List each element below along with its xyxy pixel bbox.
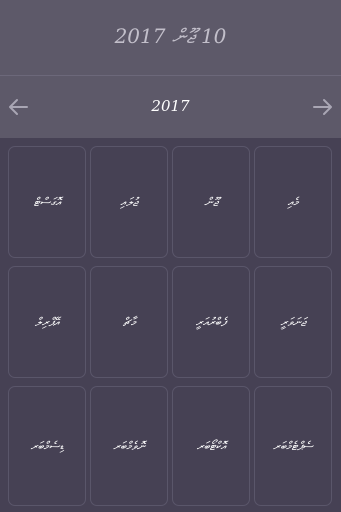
month-cell-august[interactable]: އޮގަސްޓް (8, 146, 86, 258)
month-label: ސެޕްޓެމްބަރ (273, 438, 313, 453)
month-cell-september[interactable]: ސެޕްޓެމްބަރ (254, 386, 332, 506)
month-cell-june[interactable]: ޖޫން (172, 146, 250, 258)
month-label: ފެބްރުއަރީ (195, 314, 227, 329)
month-cell-july[interactable]: ޖުލައި (90, 146, 168, 258)
selected-date-title: 10 ޖޫން 2017 (114, 24, 227, 48)
month-cell-march[interactable]: މާޗް (90, 266, 168, 378)
year-label: 2017 (151, 97, 190, 115)
month-cell-may[interactable]: މެއި (254, 146, 332, 258)
month-label: އޭޕްރިލް (34, 314, 60, 329)
month-cell-december[interactable]: ޑިސެމްބަރ (8, 386, 86, 506)
month-cell-november[interactable]: ނޮވެމްބަރ (90, 386, 168, 506)
arrow-right-icon[interactable] (312, 96, 334, 118)
month-label: ޖުލައި (120, 194, 138, 209)
month-label: މެއި (287, 194, 299, 209)
date-header: 10 ޖޫން 2017 (0, 0, 341, 76)
month-cell-october[interactable]: އޮކްޓޯބަރ (172, 386, 250, 506)
month-label: މާޗް (122, 314, 136, 329)
month-label: ޖަނަވަރީ (280, 314, 306, 329)
month-label: ޖޫން (204, 194, 218, 209)
month-label: ނޮވެމްބަރ (113, 438, 145, 453)
month-label: އޮގަސްޓް (33, 194, 61, 209)
month-label: އޮކްޓޯބަރ (196, 438, 226, 453)
month-cell-april[interactable]: އޭޕްރިލް (8, 266, 86, 378)
year-navigation: 2017 (0, 76, 341, 138)
month-label: ޑިސެމްބަރ (30, 438, 64, 453)
month-cell-january[interactable]: ޖަނަވަރީ (254, 266, 332, 378)
month-grid: އޮގަސްޓް ޖުލައި ޖޫން މެއި އޭޕްރިލް މާޗް … (0, 138, 341, 512)
month-cell-february[interactable]: ފެބްރުއަރީ (172, 266, 250, 378)
